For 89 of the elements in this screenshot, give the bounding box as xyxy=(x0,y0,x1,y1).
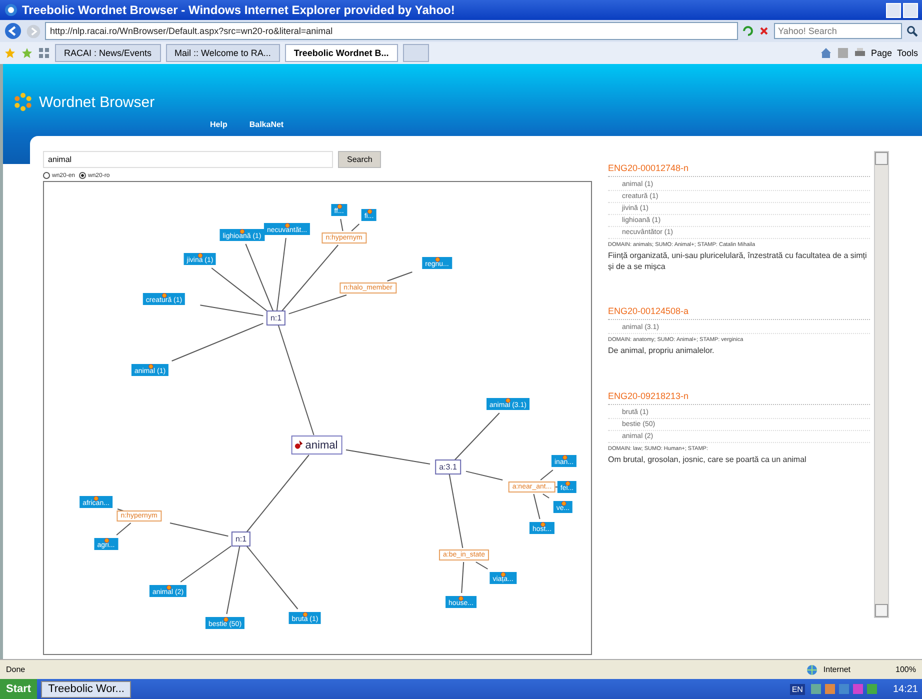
synset-node[interactable]: a:3.1 xyxy=(435,460,461,474)
nav-link[interactable]: BalkaNet xyxy=(249,120,284,129)
connector-line xyxy=(461,562,464,594)
bullet-icon xyxy=(565,481,570,486)
root-node[interactable]: animal xyxy=(291,436,343,454)
scroll-up-button[interactable] xyxy=(875,152,888,165)
search-icon[interactable] xyxy=(906,25,918,37)
connector-line xyxy=(386,272,413,282)
page-menu[interactable]: Page xyxy=(870,48,892,58)
search-field[interactable]: Yahoo! Search xyxy=(774,23,902,39)
connector-line xyxy=(542,494,550,498)
connector-line xyxy=(533,494,540,520)
definition-text: Ființă organizată, uni-sau pluricelulară, înzestrată cu facultatea de a simți și de a se mișca xyxy=(608,250,868,272)
synset-id[interactable]: ENG20-00124508-a xyxy=(608,306,870,320)
synset-node[interactable]: n:1 xyxy=(266,310,286,326)
connector-line xyxy=(351,224,360,232)
flower-logo-icon xyxy=(13,92,33,112)
node-label: n:1 xyxy=(270,314,282,322)
star-icon[interactable] xyxy=(4,47,16,59)
bullet-icon xyxy=(562,455,567,460)
node-label: a:3.1 xyxy=(439,462,457,472)
connector-line xyxy=(116,522,132,536)
definition-text: De animal, propriu animalelor. xyxy=(608,345,716,357)
connector-line xyxy=(246,546,298,610)
bullet-icon xyxy=(104,538,109,543)
bullet-icon xyxy=(94,496,99,501)
globe-icon xyxy=(806,664,818,676)
bullet-icon xyxy=(240,229,245,234)
search-button[interactable]: Search xyxy=(338,151,382,168)
window-title: Treebolic Wordnet Browser - Windows Internet Explorer provided by Yahoo! xyxy=(22,3,455,17)
clock: 14:21 xyxy=(892,684,919,694)
bullet-icon xyxy=(506,398,511,403)
search-field[interactable]: animal xyxy=(43,151,333,168)
connector-line xyxy=(466,470,504,480)
add-favorite-icon[interactable] xyxy=(21,47,33,59)
bullet-icon xyxy=(337,204,342,209)
close-icon[interactable] xyxy=(758,25,770,37)
bullet-icon xyxy=(223,617,228,622)
tools-menu[interactable]: Tools xyxy=(896,48,918,58)
scroll-down-button[interactable] xyxy=(875,604,888,617)
bullet-icon xyxy=(303,612,308,617)
browser-tab[interactable]: Mail :: Welcome to RA... xyxy=(166,44,280,62)
bullet-icon xyxy=(166,585,171,590)
taskbar-item[interactable]: Treebolic Wor... xyxy=(41,680,132,698)
forward-icon[interactable] xyxy=(26,24,41,38)
language-indicator[interactable]: EN xyxy=(790,684,805,694)
bullet-icon xyxy=(162,293,167,298)
browser-tab[interactable]: RACAI : News/Events xyxy=(55,44,161,62)
back-icon[interactable] xyxy=(4,22,22,40)
synset-node[interactable]: n:1 xyxy=(231,532,251,546)
radio-button[interactable] xyxy=(43,172,50,179)
maximize-button[interactable] xyxy=(903,2,918,18)
start-button[interactable]: Start xyxy=(0,679,38,699)
scroll-bar[interactable] xyxy=(874,151,889,618)
connector-line xyxy=(454,412,500,460)
pin-icon xyxy=(294,440,304,450)
bullet-icon xyxy=(561,501,566,506)
zoom-button[interactable]: 100% xyxy=(896,665,916,674)
bullet-icon xyxy=(367,209,372,214)
definition-text: Om brutal, grosolan, josnic, care se poartă ca un animal xyxy=(608,454,808,465)
synset-id[interactable]: ENG20-00012748-n xyxy=(608,163,870,177)
minimize-button[interactable] xyxy=(886,2,901,18)
refresh-icon[interactable] xyxy=(742,25,754,37)
connector-line xyxy=(170,522,229,537)
address-field[interactable]: http://nlp.racai.ro/WnBrowser/Default.aspx?src=wn20-ro&literal=animal xyxy=(45,22,738,40)
home-icon[interactable] xyxy=(820,47,832,59)
bullet-icon xyxy=(198,253,203,258)
browser-icon xyxy=(4,3,18,17)
bullet-icon xyxy=(435,257,440,262)
printer-icon[interactable] xyxy=(854,47,866,59)
synset-id[interactable]: ENG20-09218213-n xyxy=(608,390,870,405)
status-text: Done xyxy=(6,665,26,674)
connector-line xyxy=(540,470,554,480)
new-tab-button[interactable] xyxy=(402,44,429,62)
zone-text: Internet xyxy=(823,665,851,674)
bullet-icon xyxy=(459,596,464,601)
site-title: Wordnet Browser xyxy=(39,94,155,110)
connector-line xyxy=(340,218,344,232)
connector-line xyxy=(475,562,488,570)
bullet-icon xyxy=(501,572,506,577)
radio-button[interactable] xyxy=(79,172,86,179)
node-label: n:1 xyxy=(235,534,247,544)
nav-link[interactable]: Help xyxy=(210,120,228,129)
bullet-icon xyxy=(148,364,153,369)
node-label: animal xyxy=(305,440,338,452)
browser-tab[interactable]: Treebolic Wordnet B... xyxy=(284,44,398,62)
bullet-icon xyxy=(540,522,545,527)
grid-icon[interactable] xyxy=(38,47,50,59)
bullet-icon xyxy=(285,223,290,228)
